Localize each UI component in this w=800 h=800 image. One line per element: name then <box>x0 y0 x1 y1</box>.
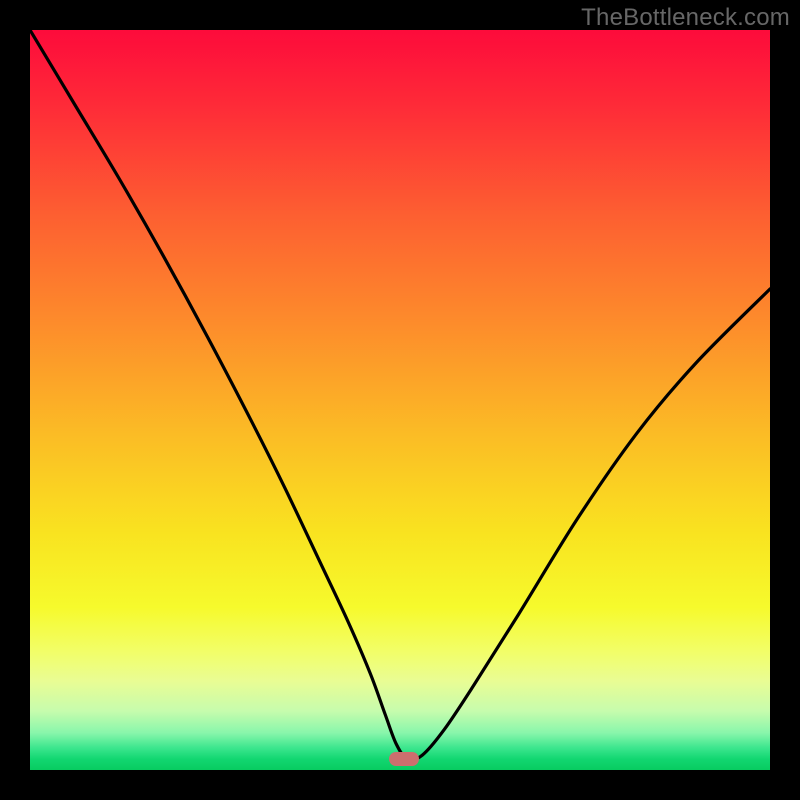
plot-area <box>30 30 770 770</box>
attribution-text: TheBottleneck.com <box>581 4 790 32</box>
bottleneck-curve <box>30 30 770 770</box>
optimal-marker <box>389 752 419 766</box>
chart-container: TheBottleneck.com <box>0 0 800 800</box>
